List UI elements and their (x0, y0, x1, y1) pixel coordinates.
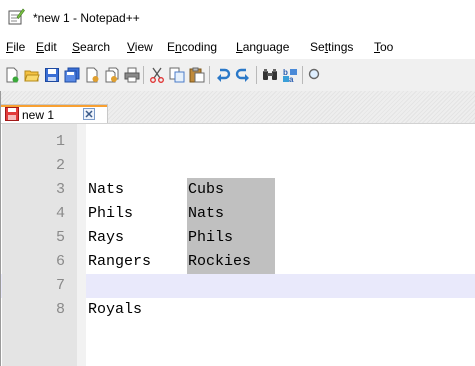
title-bar: *new 1 - Notepad++ (0, 0, 475, 36)
close-tab-icon[interactable] (83, 108, 95, 120)
menu-settings[interactable]: Settings (310, 40, 353, 54)
line-number: 1 (55, 133, 65, 150)
line-text: Nats (88, 181, 125, 198)
selected-text: Cubs (188, 181, 225, 198)
toolbar-separator (302, 66, 303, 84)
line-number: 6 (55, 253, 65, 270)
text-line: 6 Rangers Rockies (1, 250, 475, 274)
toolbar: b a (0, 59, 475, 91)
line-number: 4 (55, 205, 65, 222)
menu-search[interactable]: Search (72, 40, 110, 54)
menu-file[interactable]: File (6, 40, 25, 54)
new-file-icon[interactable] (4, 67, 20, 83)
text-line: 4 Phils Nats (1, 202, 475, 226)
redo-icon[interactable] (235, 67, 251, 83)
line-text: Phils (88, 205, 134, 222)
replace-icon[interactable]: b a (282, 67, 298, 83)
line-number: 5 (55, 229, 65, 246)
window-border (0, 91, 1, 366)
tab-label: new 1 (22, 108, 55, 122)
save-icon[interactable] (44, 67, 60, 83)
line-number: 2 (55, 157, 65, 174)
print-icon[interactable] (124, 67, 140, 83)
close-file-icon[interactable] (84, 67, 100, 83)
tab-new-1[interactable]: new 1 (0, 104, 108, 123)
text-line: 7 (1, 274, 475, 298)
close-all-icon[interactable] (104, 67, 120, 83)
undo-icon[interactable] (215, 67, 231, 83)
paste-icon[interactable] (189, 67, 205, 83)
menu-bar: File Edit Search View Encoding Language … (0, 36, 475, 59)
editor-area[interactable]: 1 2 3 Nats Cubs 4 Phils Nats 5 Rays Phil… (0, 124, 475, 366)
window-title: *new 1 - Notepad++ (33, 11, 140, 25)
menu-view[interactable]: View (127, 40, 153, 54)
cut-icon[interactable] (149, 67, 165, 83)
text-line: 8 Royals (1, 298, 475, 322)
line-text: Royals (88, 301, 143, 318)
unsaved-file-icon (5, 107, 19, 121)
menu-encoding[interactable]: Encoding (167, 40, 217, 54)
line-number: 8 (55, 301, 65, 318)
line-number: 3 (55, 181, 65, 198)
selected-text: Nats (188, 205, 225, 222)
text-line: 1 (1, 130, 475, 154)
svg-text:b: b (283, 68, 288, 77)
selected-text: Phils (188, 229, 234, 246)
save-all-icon[interactable] (64, 67, 80, 83)
text-line: 5 Rays Phils (1, 226, 475, 250)
notepad-app-icon (8, 8, 25, 25)
text-line: 2 (1, 154, 475, 178)
zoom-icon[interactable] (308, 67, 324, 83)
toolbar-separator (209, 66, 210, 84)
svg-text:a: a (289, 75, 294, 83)
toolbar-separator (143, 66, 144, 84)
line-number: 7 (55, 277, 65, 294)
menu-tools[interactable]: Too (374, 40, 393, 54)
line-text: Rangers (88, 253, 152, 270)
copy-icon[interactable] (169, 67, 185, 83)
open-file-icon[interactable] (24, 67, 40, 83)
selected-text: Rockies (188, 253, 252, 270)
find-icon[interactable] (262, 67, 278, 83)
menu-language[interactable]: Language (236, 40, 289, 54)
menu-edit[interactable]: Edit (36, 40, 57, 54)
line-text: Rays (88, 229, 125, 246)
toolbar-separator (256, 66, 257, 84)
text-line: 3 Nats Cubs (1, 178, 475, 202)
